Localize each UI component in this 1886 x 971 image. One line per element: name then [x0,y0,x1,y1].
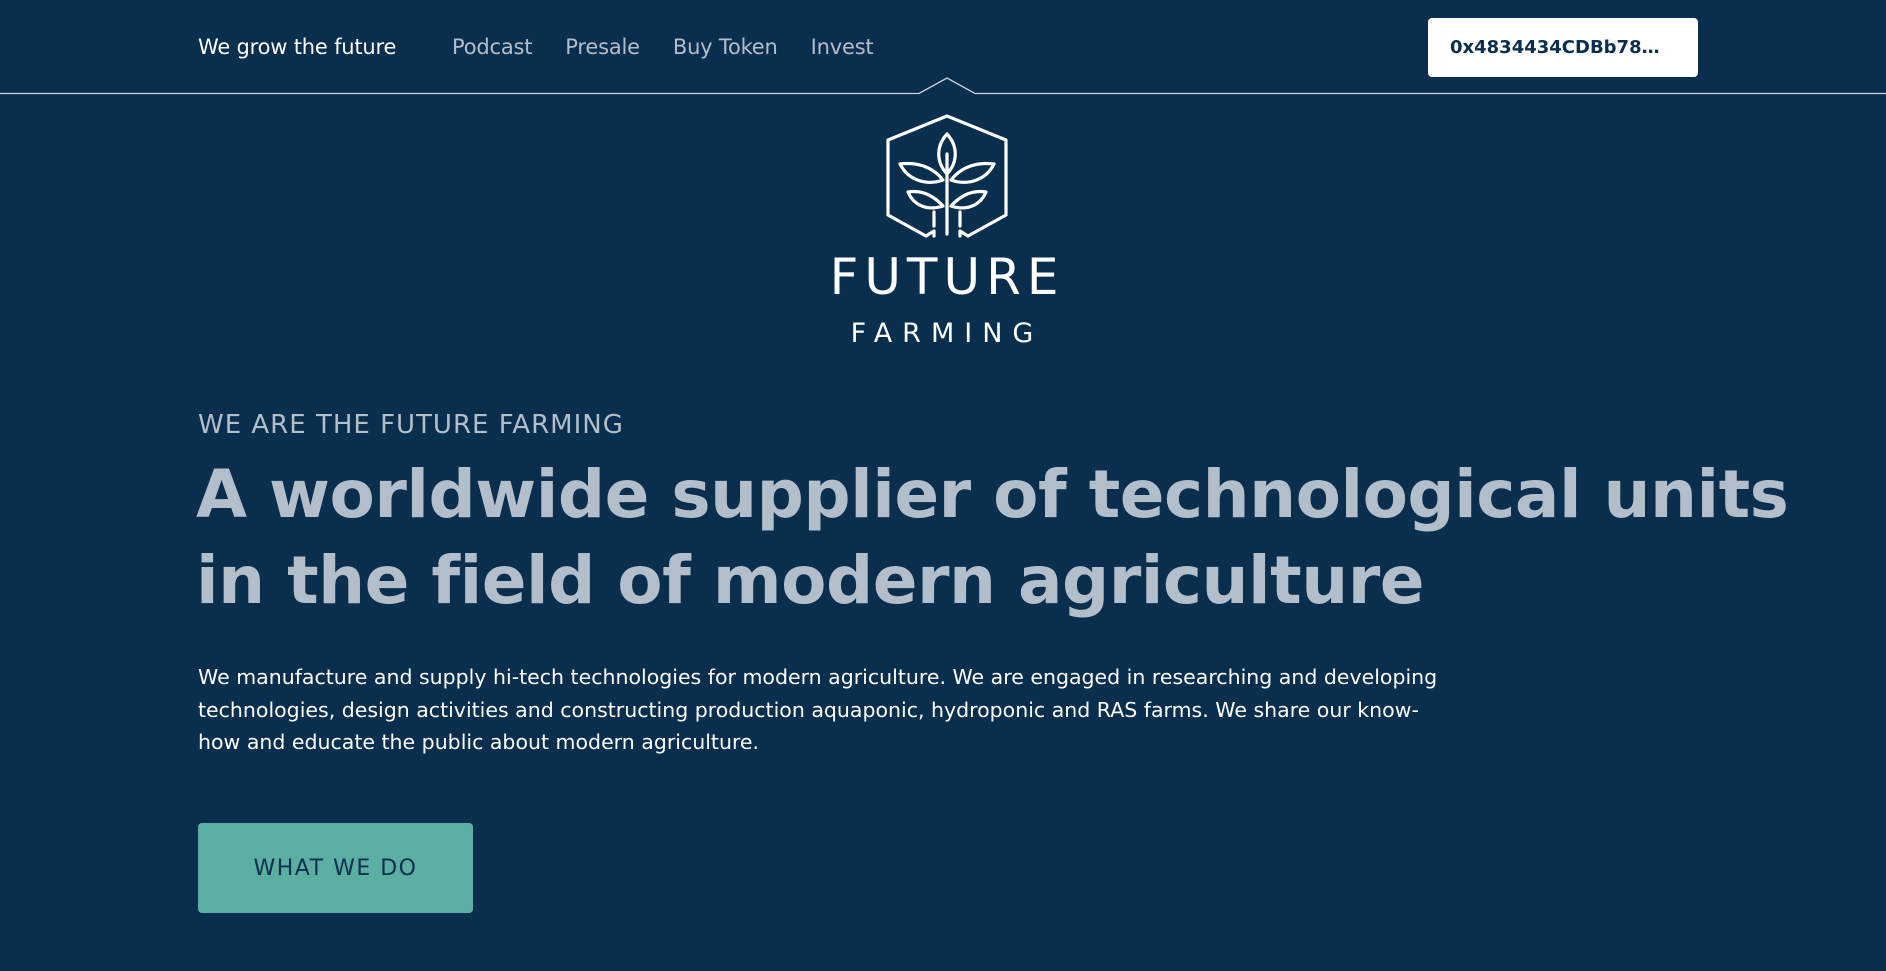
nav-link-podcast[interactable]: Podcast [452,35,532,59]
what-we-do-button[interactable]: WHAT WE DO [198,823,473,913]
hero-description: We manufacture and supply hi-tech techno… [198,665,1438,754]
nav-link-invest[interactable]: Invest [811,35,874,59]
main-nav: Podcast Presale Buy Token Invest [452,35,906,59]
top-navigation-bar: We grow the future Podcast Presale Buy T… [0,0,1886,94]
logo-subword: FARMING [850,318,1044,349]
wallet-address-button[interactable]: 0x4834434CDBb78… [1428,18,1698,77]
future-farming-logo: FUTURE FARMING [814,114,1080,350]
hero-eyebrow: WE ARE THE FUTURE FARMING [198,410,624,440]
nav-link-presale[interactable]: Presale [565,35,640,59]
hero-headline: A worldwide supplier of technological un… [196,456,1789,619]
leaf-hexagon-icon [886,114,1008,238]
brand-link[interactable]: We grow the future [198,35,396,59]
logo-wordmark: FUTURE [829,248,1065,306]
nav-link-buy-token[interactable]: Buy Token [673,35,778,59]
